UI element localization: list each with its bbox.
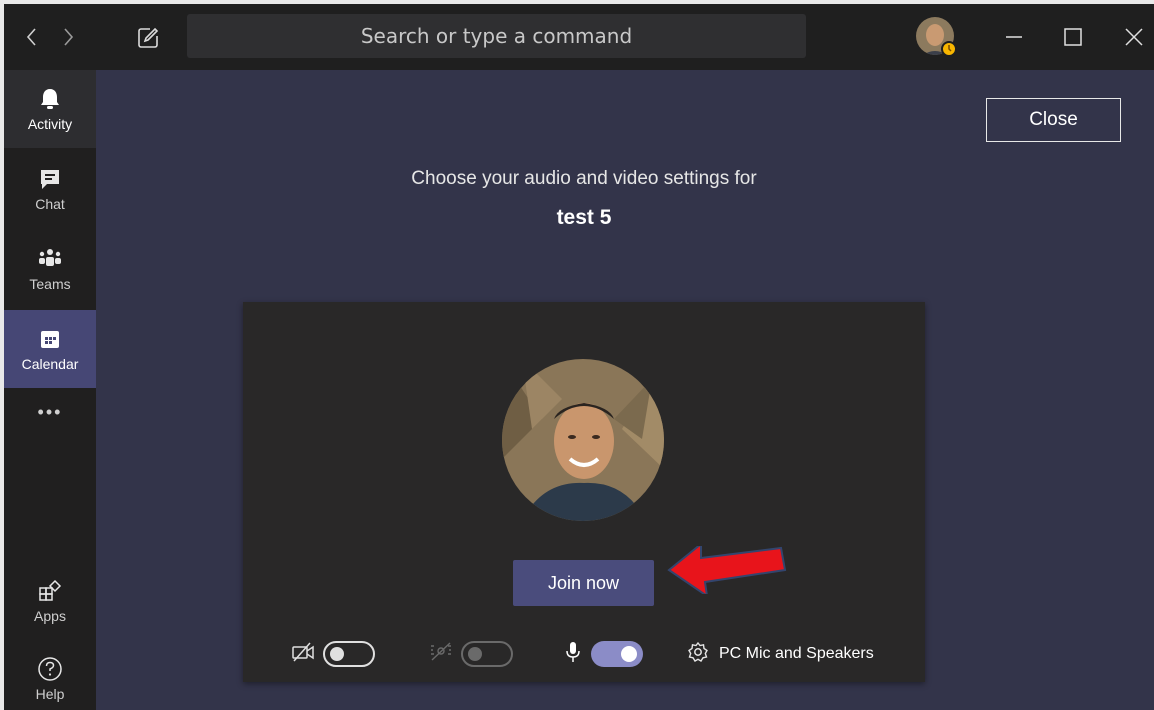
profile-avatar[interactable] [915,16,957,58]
audio-device-label: PC Mic and Speakers [719,645,874,662]
audio-device-control[interactable]: PC Mic and Speakers [687,634,874,674]
rail-label: Calendar [21,356,79,372]
settings-prompt: Choose your audio and video settings for [411,168,757,189]
rail-item-calendar[interactable]: Calendar [4,310,96,388]
join-now-button[interactable]: Join now [513,560,654,606]
background-blur-icon [429,641,453,667]
help-icon [37,656,63,682]
mic-control [565,634,643,674]
more-apps-ellipsis[interactable]: ••• [4,390,96,434]
rail-label: Apps [34,608,66,624]
rail-label: Help [35,686,65,702]
minimize-icon[interactable] [997,20,1031,54]
camera-toggle[interactable] [323,641,375,667]
more-label: ••• [37,401,63,422]
self-avatar [502,359,664,521]
teams-window: Search or type a command Activity Chat T… [4,4,1154,710]
rail-label: Teams [29,276,71,292]
new-chat-compose-icon[interactable] [132,22,164,54]
search-box[interactable]: Search or type a command [187,14,806,58]
title-bar: Search or type a command [4,4,1154,70]
device-controls: PC Mic and Speakers [243,634,925,674]
back-arrow-icon[interactable] [18,22,46,52]
close-window-icon[interactable] [1117,20,1151,54]
rail-item-chat[interactable]: Chat [4,150,96,228]
microphone-icon [565,641,581,668]
annotation-arrow-icon [667,546,787,594]
camera-off-icon [291,642,315,667]
rail-item-help[interactable]: Help [4,640,96,710]
bell-icon [37,86,63,112]
background-blur-toggle[interactable] [461,641,513,667]
forward-arrow-icon[interactable] [54,22,82,52]
chat-icon [37,166,63,192]
rail-item-apps[interactable]: Apps [4,562,96,640]
close-button[interactable]: Close [986,98,1121,142]
video-preview-panel: Join now PC Mic and Speakers [243,302,925,682]
calendar-icon [37,326,63,352]
rail-item-teams[interactable]: Teams [4,230,96,308]
rail-label: Activity [27,116,73,132]
camera-control [291,634,375,674]
microphone-toggle[interactable] [591,641,643,667]
meeting-name: test 5 [556,206,612,229]
apps-icon [37,578,63,604]
rail-label: Chat [35,196,65,212]
search-placeholder: Search or type a command [360,24,633,48]
maximize-icon[interactable] [1056,20,1090,54]
rail-item-activity[interactable]: Activity [4,70,96,148]
gear-icon [687,641,709,668]
teams-icon [37,246,63,272]
app-bar: Activity Chat Teams Calendar ••• Apps He… [4,70,96,710]
blur-control [429,634,513,674]
